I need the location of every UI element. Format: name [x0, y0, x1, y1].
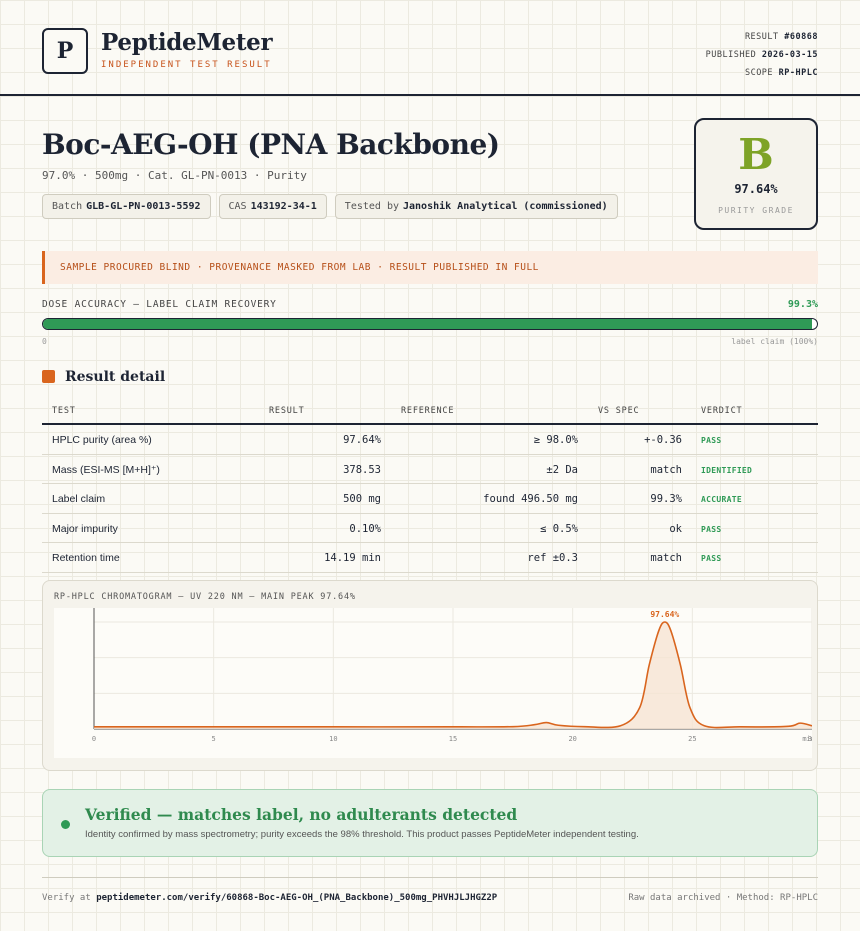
x-tick-label: 0 — [92, 735, 96, 743]
product-subtitle: 97.0% · 500mg · Cat. GL-PN-0013 · Purity — [42, 169, 307, 182]
batch-chip: Batch GLB-GL-PN-0013-5592 — [42, 194, 211, 219]
cell-vs-spec: match — [650, 463, 682, 476]
cell-result: 0.10% — [349, 522, 381, 535]
dose-bar-min-label: 0 — [42, 337, 47, 346]
verified-title: Verified — matches label, no adulterants… — [85, 805, 518, 824]
cell-test: Retention time — [52, 552, 120, 564]
cell-verdict: PASS — [701, 554, 722, 563]
tested-by-chip: Tested by Janoshik Analytical (commission… — [334, 194, 618, 219]
header-vs-spec: VS SPEC — [598, 406, 640, 416]
result-id-value: #60868 — [784, 32, 818, 42]
brand-tagline: INDEPENDENT TEST RESULT — [101, 60, 272, 70]
cell-result: 14.19 min — [324, 552, 381, 564]
cell-vs-spec: ok — [669, 522, 682, 535]
cell-vs-spec: 99.3% — [650, 493, 682, 505]
result-meta: RESULT #60868 PUBLISHED 2026-03-15 SCOPE… — [706, 28, 818, 82]
x-tick-label: 5 — [212, 735, 216, 743]
x-tick-label: 10 — [329, 735, 337, 743]
blind-procurement-notice: SAMPLE PROCURED BLIND · PROVENANCE MASKE… — [42, 251, 818, 284]
product-chips: Batch GLB-GL-PN-0013-5592 CAS 143192-34-1 … — [42, 194, 618, 219]
cell-test: HPLC purity (area %) — [52, 434, 152, 446]
published-line: PUBLISHED 2026-03-15 — [706, 46, 818, 64]
dose-bar-max-label: label claim (100%) — [731, 337, 818, 346]
tested-by-value: Janoshik Analytical (commissioned) — [402, 201, 608, 212]
table-row: Retention time 14.19 min ref ±0.3 match … — [42, 543, 818, 573]
batch-value: GLB-GL-PN-0013-5592 — [86, 201, 201, 212]
verify-label: Verify at — [42, 893, 91, 903]
cell-test: Major impurity — [52, 522, 118, 535]
result-id-label: RESULT — [744, 32, 779, 42]
grade-label: PURITY GRADE — [718, 206, 794, 215]
cas-label: CAS — [228, 201, 247, 212]
cell-result: 378.53 — [343, 463, 381, 476]
x-tick-label: 15 — [449, 735, 457, 743]
purity-grade-card: B 97.64% PURITY GRADE — [694, 118, 818, 230]
cell-test: Label claim — [52, 493, 106, 505]
verified-banner: Verified — matches label, no adulterants… — [42, 789, 818, 857]
cell-reference: found 496.50 mg — [483, 493, 578, 505]
cell-result: 97.64% — [343, 434, 381, 446]
section-marker-icon — [42, 370, 55, 383]
header-test: TEST — [52, 406, 76, 416]
header-reference: REFERENCE — [401, 406, 455, 416]
published-label: PUBLISHED — [705, 50, 757, 60]
x-tick-label: 25 — [688, 735, 696, 743]
grade-letter: B — [738, 130, 774, 179]
x-unit-label: min — [802, 735, 812, 743]
tested-by-label: Tested by — [344, 201, 399, 212]
logo-icon: P — [42, 28, 88, 74]
cell-vs-spec: match — [650, 552, 682, 564]
footer-verify: Verify at peptidemeter.com/verify/60868-… — [42, 893, 497, 903]
section-title: Result detail — [65, 369, 166, 385]
header-verdict: VERDICT — [701, 406, 743, 416]
cell-reference: ±2 Da — [546, 463, 578, 476]
chromatogram-panel: RP-HPLC CHROMATOGRAM — UV 220 NM — MAIN … — [42, 580, 818, 771]
dose-accuracy-value: 99.3% — [787, 299, 818, 310]
footer-method: Raw data archived · Method: RP-HPLC — [628, 893, 818, 903]
product-title: Boc-AEG-OH (PNA Backbone) — [42, 128, 500, 161]
verify-link[interactable]: peptidemeter.com/verify/60868-Boc-AEG-OH… — [96, 893, 497, 903]
dose-accuracy-label: DOSE ACCURACY — LABEL CLAIM RECOVERY — [42, 299, 277, 310]
brand-name: PeptideMeter — [101, 29, 273, 56]
cell-verdict: PASS — [701, 436, 722, 445]
table-header: TEST RESULT REFERENCE VS SPEC VERDICT — [42, 398, 818, 425]
chromatogram-svg: 97.64%051015202530min — [92, 608, 816, 743]
peak-label: 97.64% — [650, 610, 679, 619]
cas-value: 143192-34-1 — [250, 201, 317, 212]
result-table: TEST RESULT REFERENCE VS SPEC VERDICT HP… — [42, 398, 818, 573]
cell-result: 500 mg — [343, 493, 381, 505]
table-row: Major impurity 0.10% ≤ 0.5% ok PASS — [42, 514, 818, 543]
dose-accuracy-fill — [43, 319, 812, 329]
verified-text: Identity confirmed by mass spectrometry;… — [85, 829, 639, 840]
chromatogram-title: RP-HPLC CHROMATOGRAM — UV 220 NM — MAIN … — [54, 592, 356, 602]
footer-divider — [42, 877, 818, 878]
cell-reference: ref ±0.3 — [527, 552, 578, 564]
header-result: RESULT — [269, 406, 305, 416]
table-row: Label claim 500 mg found 496.50 mg 99.3%… — [42, 484, 818, 514]
cell-verdict: PASS — [701, 524, 722, 534]
grade-percent: 97.64% — [734, 182, 778, 196]
published-value: 2026-03-15 — [761, 50, 818, 60]
scope-line: SCOPE RP-HPLC — [706, 64, 818, 82]
verified-dot-icon — [61, 820, 70, 829]
cas-chip: CAS 143192-34-1 — [218, 194, 327, 219]
dose-accuracy-bar — [42, 318, 818, 330]
scope-value: RP-HPLC — [778, 68, 818, 78]
chromatogram-plot: 97.64%051015202530min — [54, 608, 816, 758]
cell-reference: ≤ 0.5% — [540, 522, 578, 535]
cell-test: Mass (ESI-MS [M+H]⁺) — [52, 463, 160, 476]
cell-verdict: IDENTIFIED — [701, 465, 753, 475]
cell-reference: ≥ 98.0% — [533, 434, 578, 446]
batch-label: Batch — [52, 201, 83, 212]
cell-vs-spec: +-0.36 — [644, 434, 682, 446]
cell-verdict: ACCURATE — [701, 495, 742, 504]
scope-label: SCOPE — [744, 68, 774, 78]
table-row: HPLC purity (area %) 97.64% ≥ 98.0% +-0.… — [42, 425, 818, 455]
x-tick-label: 20 — [568, 735, 576, 743]
result-id-line: RESULT #60868 — [706, 28, 818, 46]
header: P PeptideMeter INDEPENDENT TEST RESULT R… — [0, 0, 860, 96]
table-row: Mass (ESI-MS [M+H]⁺) 378.53 ±2 Da match … — [42, 455, 818, 484]
